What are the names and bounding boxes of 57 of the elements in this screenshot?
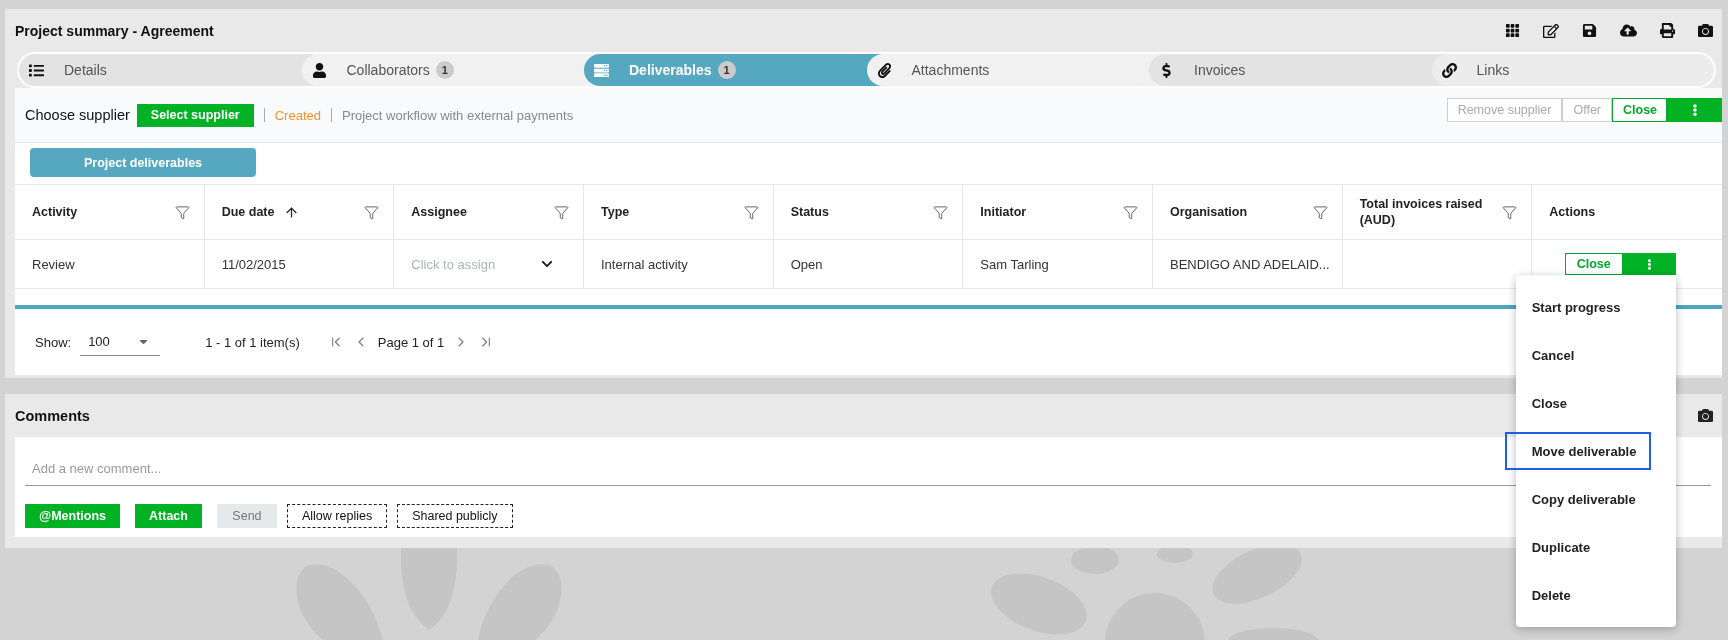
chevron-down-icon — [541, 258, 553, 270]
column-header[interactable]: Organisation — [1170, 204, 1248, 220]
comment-button[interactable]: Send — [216, 504, 277, 528]
column-header[interactable]: Initiator — [980, 204, 1027, 220]
filter-icon[interactable] — [743, 204, 759, 220]
comment-button[interactable]: Allow replies — [286, 504, 388, 528]
upload-icon[interactable] — [1620, 22, 1637, 39]
paperclip-icon — [876, 62, 892, 78]
table-cell: Internal activity — [584, 240, 774, 289]
table-cell: Sam Tarling — [963, 240, 1153, 289]
edit-icon[interactable] — [1543, 22, 1559, 39]
panel-title: Project summary - Agreement — [15, 22, 214, 39]
filter-icon[interactable] — [174, 204, 190, 220]
sort-up-icon[interactable] — [284, 204, 300, 220]
column-header[interactable]: Activity — [32, 204, 78, 220]
menu-item[interactable]: Duplicate — [1515, 523, 1676, 571]
filter-icon[interactable] — [1502, 204, 1518, 220]
grid-icon[interactable] — [1505, 23, 1520, 38]
camera-icon[interactable] — [1698, 408, 1713, 423]
column-header[interactable]: Status — [790, 204, 829, 220]
table-cell: BENDIGO AND ADELAID... — [1153, 240, 1343, 289]
item-range: 1 - 1 of 1 item(s) — [205, 334, 300, 350]
camera-icon[interactable] — [1698, 23, 1713, 38]
filter-icon[interactable] — [1123, 204, 1138, 220]
count-badge: 1 — [717, 61, 736, 79]
menu-item[interactable]: Move deliverable — [1504, 432, 1651, 470]
menu-item[interactable]: Start progress — [1515, 283, 1676, 331]
link-icon — [1441, 62, 1457, 78]
count-badge: 1 — [435, 61, 454, 79]
save-icon[interactable] — [1582, 23, 1597, 38]
stack-icon — [594, 62, 609, 78]
column-header[interactable]: Actions — [1549, 204, 1596, 220]
workflow-text: Project workflow with external payments — [342, 107, 574, 123]
filter-icon[interactable] — [933, 204, 949, 220]
user-icon — [311, 62, 327, 78]
filter-icon[interactable] — [364, 204, 380, 220]
filter-icon[interactable] — [1312, 204, 1328, 220]
page-indicator: Page 1 of 1 — [377, 334, 445, 350]
list-icon — [29, 62, 44, 78]
print-icon[interactable] — [1660, 23, 1675, 38]
show-label: Show: — [35, 334, 72, 350]
menu-item[interactable]: Close — [1515, 379, 1676, 427]
table-cell: Review — [15, 240, 205, 289]
column-header[interactable]: Type — [601, 204, 630, 220]
supplier-label: Choose supplier — [25, 107, 130, 123]
filter-icon[interactable] — [554, 204, 569, 220]
comment-button[interactable]: Shared publicly — [397, 504, 513, 528]
table-cell: Open — [773, 240, 964, 289]
menu-item[interactable]: Cancel — [1515, 331, 1676, 379]
status-text: Created — [274, 107, 321, 123]
comments-title: Comments — [15, 407, 90, 424]
menu-item[interactable]: Delete — [1515, 571, 1676, 619]
column-header[interactable]: Assignee — [411, 204, 467, 220]
column-header[interactable]: Due date — [221, 204, 275, 220]
tab[interactable]: Links — [1431, 54, 1714, 86]
table-cell: 11/02/2015 — [204, 240, 395, 289]
page-size-select[interactable]: 100 — [80, 328, 161, 356]
